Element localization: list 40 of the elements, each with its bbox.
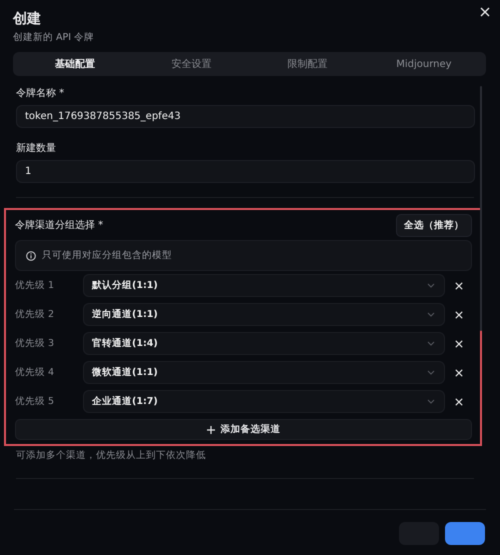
info-icon (26, 250, 36, 260)
remove-icon[interactable] (454, 398, 462, 406)
group-select[interactable]: 默认分组(1:1) (83, 274, 445, 297)
chevron-icon (427, 341, 435, 346)
remove-icon[interactable] (454, 310, 462, 318)
field-label: 令牌渠道分组选择 * (15, 218, 104, 232)
field-label: 令牌名称 * (16, 87, 66, 100)
priority-label: 优先级 4 (15, 366, 56, 379)
priority-label: 优先级 5 (15, 395, 56, 408)
input-field[interactable]: token_1769387855385_epfe43 (16, 105, 475, 128)
priority-label: 优先级 3 (15, 337, 56, 350)
input-field[interactable]: 1 (16, 160, 475, 183)
chevron-icon (427, 370, 435, 375)
group-select[interactable]: 企业通道(1:7) (83, 390, 445, 413)
priority-label: 优先级 1 (15, 279, 56, 292)
remove-icon[interactable] (454, 368, 462, 376)
info-text: 只可使用对应分组包含的模型 (42, 249, 172, 262)
scrollbar[interactable] (480, 86, 482, 331)
chevron-icon (427, 312, 435, 317)
field-label: 新建数量 (16, 142, 57, 155)
tab[interactable]: 安全设置 (133, 53, 250, 75)
dialog-title: 创建 (13, 10, 42, 28)
group-select[interactable]: 微软通道(1:1) (83, 361, 445, 384)
priority-label: 优先级 2 (15, 308, 56, 321)
plus-icon (206, 426, 214, 434)
chevron-icon (427, 283, 435, 288)
tab[interactable]: 基础配置 (17, 53, 134, 75)
remove-icon[interactable] (454, 340, 462, 348)
tab[interactable]: 限制配置 (250, 53, 366, 75)
group-select[interactable]: 官转通道(1:4) (83, 332, 445, 355)
tab[interactable]: Midjourney (366, 54, 482, 74)
dialog-subtitle: 创建新的 API 令牌 (13, 31, 96, 44)
add-channel-button[interactable]: 添加备选渠道 (15, 419, 472, 440)
hint-text: 可添加多个渠道，优先级从上到下依次降低 (15, 449, 207, 462)
group-select[interactable]: 逆向通道(1:1) (83, 303, 445, 326)
chevron-icon (427, 399, 435, 404)
remove-icon[interactable] (454, 282, 462, 290)
select-all-button[interactable]: 全选（推荐） (396, 214, 472, 236)
close-icon[interactable] (480, 7, 490, 17)
primary-button[interactable] (445, 522, 485, 545)
